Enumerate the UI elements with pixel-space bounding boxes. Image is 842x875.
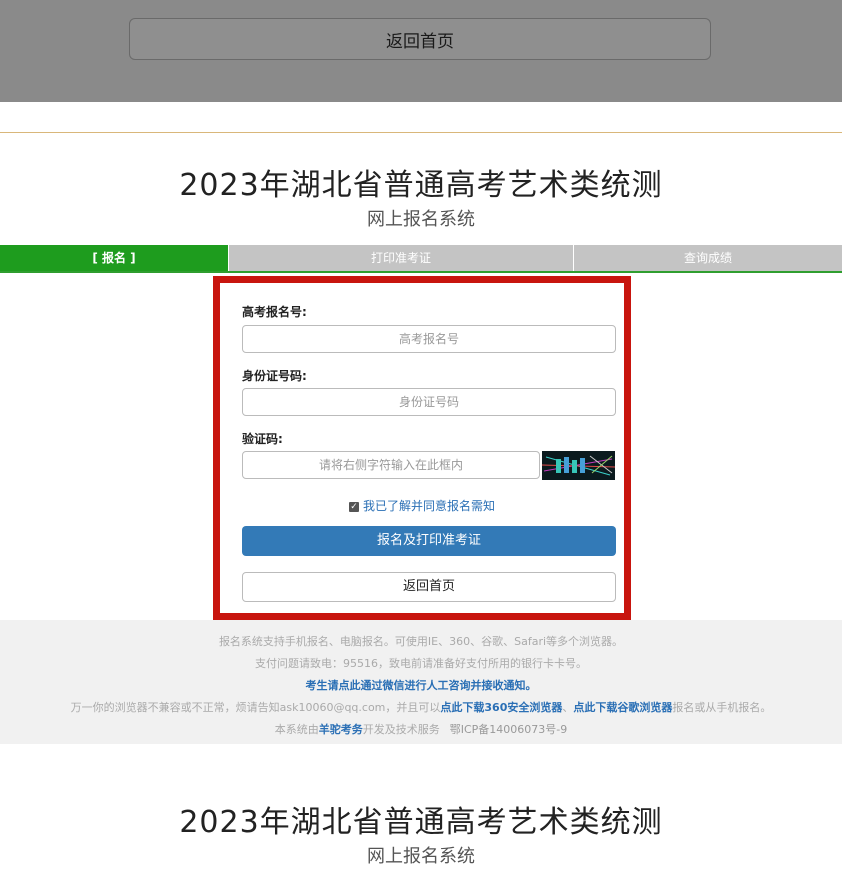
tab-print-admission[interactable]: 打印准考证 bbox=[229, 245, 574, 271]
footer-credits-suffix: 开发及技术服务 bbox=[362, 723, 440, 736]
footer-compat-text: 万一你的浏览器不兼容或不正常，烦请告知ask10060@qq.com，并且可以 bbox=[70, 701, 441, 714]
id-number-label: 身份证号码: bbox=[242, 369, 307, 383]
footer-browser-note: 报名系统支持手机报名、电脑报名。可使用IE、360、谷歌、Safari等多个浏览… bbox=[218, 635, 624, 648]
footer-credits-prefix: 本系统由 bbox=[274, 723, 319, 736]
id-number-input[interactable]: 身份证号码 bbox=[242, 388, 616, 416]
page-subtitle: 网上报名系统 bbox=[367, 209, 475, 230]
top-back-home-button[interactable]: 返回首页 bbox=[129, 18, 711, 60]
exam-no-label: 高考报名号: bbox=[242, 305, 307, 319]
footer-separator: 、 bbox=[562, 701, 574, 714]
tab-register[interactable]: [ 报名 ] bbox=[0, 245, 228, 271]
page-subtitle-repeat: 网上报名系统 bbox=[367, 846, 475, 867]
footer-credits: 本系统由羊驼考务开发及技术服务 鄂ICP备14006073号-9 bbox=[0, 721, 842, 737]
footer-compat-note: 万一你的浏览器不兼容或不正常，烦请告知ask10060@qq.com，并且可以点… bbox=[0, 699, 842, 715]
icp-number[interactable]: 鄂ICP备14006073号-9 bbox=[450, 723, 568, 736]
download-360-link[interactable]: 点此下载360安全浏览器 bbox=[440, 701, 562, 714]
footer-wechat-link[interactable]: 考生请点此通过微信进行人工咨询并接收通知。 bbox=[0, 677, 842, 693]
back-home-button[interactable]: 返回首页 bbox=[242, 572, 616, 602]
agree-text[interactable]: 我已了解并同意报名需知 bbox=[363, 499, 495, 513]
footer-compat-suffix: 报名或从手机报名。 bbox=[672, 701, 772, 714]
top-overlay-bar: 返回首页 bbox=[0, 0, 842, 102]
registration-form: 高考报名号: 高考报名号 身份证号码: 身份证号码 验证码: 请将右侧字符输入在… bbox=[213, 276, 631, 620]
captcha-input[interactable]: 请将右侧字符输入在此框内 bbox=[242, 451, 540, 479]
download-chrome-link[interactable]: 点此下载谷歌浏览器 bbox=[573, 701, 672, 714]
footer: 报名系统支持手机报名、电脑报名。可使用IE、360、谷歌、Safari等多个浏览… bbox=[0, 620, 842, 744]
agree-checkbox[interactable]: ✓ bbox=[348, 501, 359, 512]
exam-no-input[interactable]: 高考报名号 bbox=[242, 325, 616, 353]
captcha-label: 验证码: bbox=[242, 432, 283, 446]
agree-row[interactable]: ✓ 我已了解并同意报名需知 bbox=[220, 497, 624, 514]
tab-query-score[interactable]: 查询成绩 bbox=[574, 245, 842, 271]
captcha-image[interactable] bbox=[542, 451, 615, 480]
footer-payment-note: 支付问题请致电：95516，致电前请准备好支付所用的银行卡卡号。 bbox=[255, 657, 587, 670]
page-title: 2023年湖北省普通高考艺术类统测 bbox=[179, 168, 663, 203]
developer-link[interactable]: 羊驼考务 bbox=[319, 723, 363, 736]
nav-tabs: [ 报名 ] 打印准考证 查询成绩 bbox=[0, 245, 842, 273]
page-title-repeat: 2023年湖北省普通高考艺术类统测 bbox=[179, 805, 663, 840]
header-divider bbox=[0, 132, 842, 133]
register-print-button[interactable]: 报名及打印准考证 bbox=[242, 526, 616, 556]
